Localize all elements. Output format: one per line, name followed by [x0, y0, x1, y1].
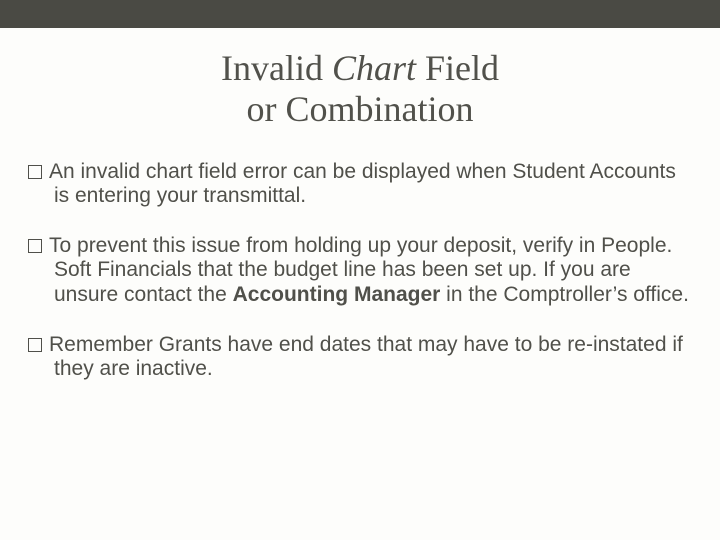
- bullet-3-text: Remember Grants have end dates that may …: [49, 333, 683, 380]
- slide-title: Invalid Chart Field or Combination: [0, 48, 720, 131]
- slide: Invalid Chart Field or Combination An in…: [0, 0, 720, 540]
- bullet-2: To prevent this issue from holding up yo…: [28, 234, 690, 306]
- title-post1: Field: [425, 48, 499, 88]
- bullet-1: An invalid chart field error can be disp…: [28, 160, 690, 208]
- top-bar: [0, 0, 720, 28]
- checkbox-icon: [28, 165, 42, 179]
- slide-body: An invalid chart field error can be disp…: [28, 160, 690, 407]
- bullet-1-text: An invalid chart field error can be disp…: [49, 160, 676, 207]
- title-pre: Invalid: [221, 48, 332, 88]
- title-italic: Chart: [332, 48, 425, 88]
- bullet-2-text-b: in the Comptroller’s office.: [440, 283, 689, 306]
- checkbox-icon: [28, 338, 42, 352]
- bullet-2-bold: Accounting Manager: [233, 283, 441, 306]
- bullet-3: Remember Grants have end dates that may …: [28, 333, 690, 381]
- title-line2: or Combination: [247, 89, 474, 129]
- checkbox-icon: [28, 239, 42, 253]
